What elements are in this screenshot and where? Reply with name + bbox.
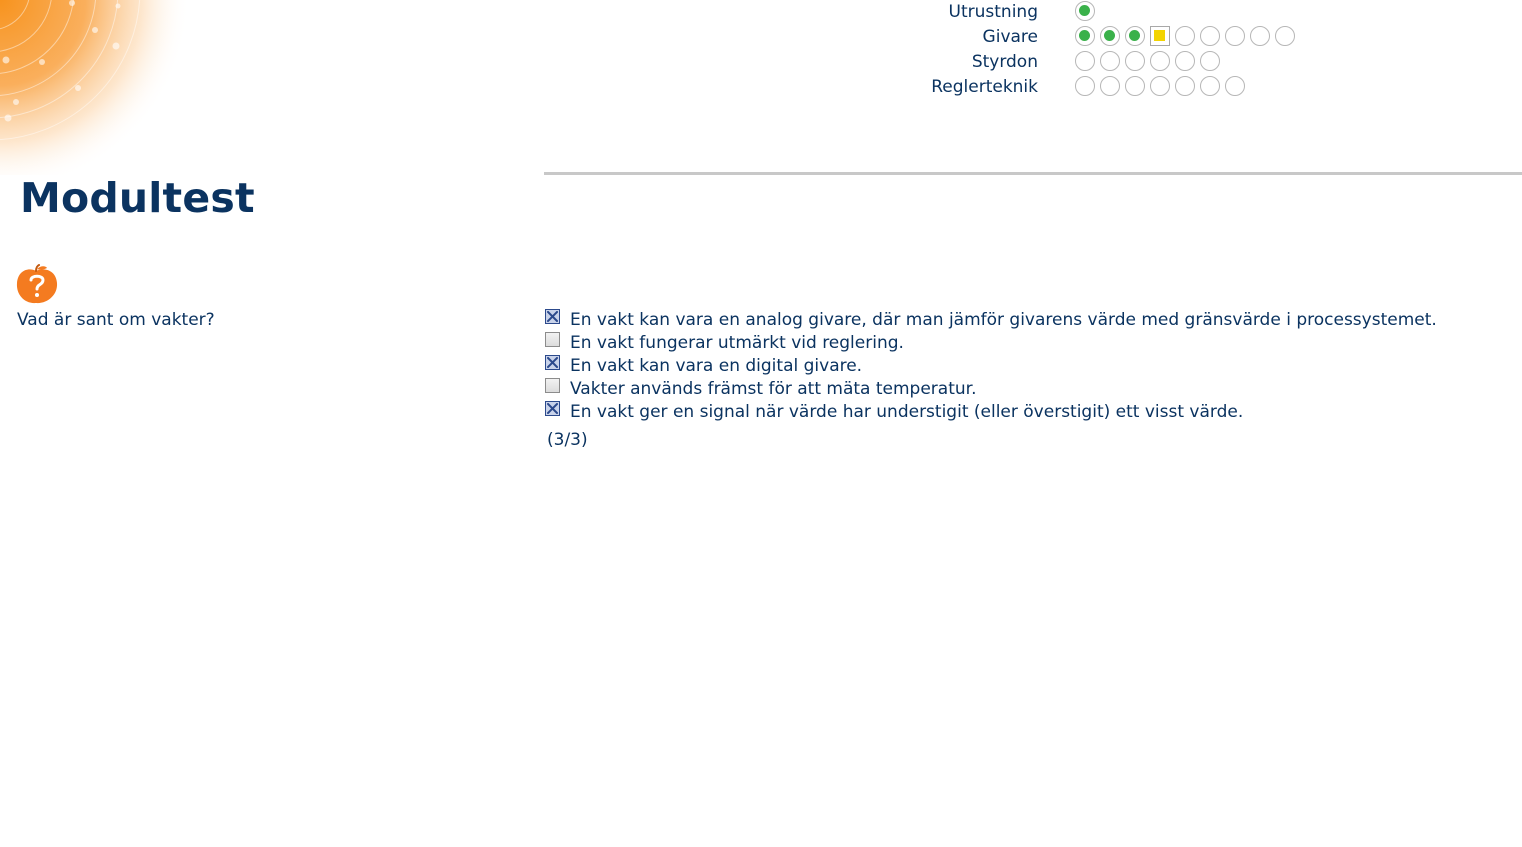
progress-step-todo xyxy=(1225,26,1245,46)
progress-step-todo xyxy=(1175,76,1195,96)
question-text: Vad är sant om vakter? xyxy=(17,310,215,330)
progress-row-label: Utrustning xyxy=(948,2,1038,22)
answer-checkbox[interactable] xyxy=(545,332,560,347)
progress-step-done xyxy=(1075,1,1095,21)
score-label: (3/3) xyxy=(547,430,588,450)
progress-step-todo xyxy=(1125,76,1145,96)
answer-text: En vakt fungerar utmärkt vid reglering. xyxy=(570,333,904,353)
progress-step-todo xyxy=(1200,26,1220,46)
progress-row-utrustning: Utrustning xyxy=(880,0,1320,25)
progress-step-done xyxy=(1125,26,1145,46)
answer-checkbox[interactable] xyxy=(545,378,560,393)
progress-step-todo xyxy=(1075,51,1095,71)
answer-text: Vakter används främst för att mäta tempe… xyxy=(570,379,977,399)
progress-step-todo xyxy=(1100,76,1120,96)
progress-step-todo xyxy=(1275,26,1295,46)
progress-step-todo xyxy=(1100,51,1120,71)
progress-row-reglerteknik: Reglerteknik xyxy=(880,75,1320,100)
progress-step-todo xyxy=(1250,26,1270,46)
progress-row-label: Styrdon xyxy=(971,52,1038,72)
progress-step-todo xyxy=(1200,76,1220,96)
answer-checkbox[interactable] xyxy=(545,355,560,370)
progress-step-todo xyxy=(1125,51,1145,71)
answer-text: En vakt kan vara en digital givare. xyxy=(570,356,863,376)
question-apple-icon xyxy=(16,264,58,304)
progress-row-styrdon: Styrdon xyxy=(880,50,1320,75)
progress-row-givare: Givare xyxy=(880,25,1320,50)
answer-checkbox[interactable] xyxy=(545,309,560,324)
progress-step-current xyxy=(1150,26,1170,46)
answer-text: En vakt kan vara en analog givare, där m… xyxy=(570,310,1437,330)
progress-row-label: Givare xyxy=(982,27,1038,47)
brand-sunburst-logo xyxy=(0,0,190,175)
progress-step-done xyxy=(1075,26,1095,46)
answer-text: En vakt ger en signal när värde har unde… xyxy=(570,402,1244,422)
progress-step-todo xyxy=(1175,26,1195,46)
progress-row-label: Reglerteknik xyxy=(931,77,1038,97)
header-divider xyxy=(544,172,1522,175)
progress-step-todo xyxy=(1150,76,1170,96)
progress-step-done xyxy=(1100,26,1120,46)
page-title: Modultest xyxy=(20,174,255,222)
answer-checkbox[interactable] xyxy=(545,401,560,416)
progress-step-todo xyxy=(1175,51,1195,71)
progress-step-todo xyxy=(1150,51,1170,71)
progress-step-todo xyxy=(1200,51,1220,71)
progress-step-todo xyxy=(1075,76,1095,96)
progress-step-todo xyxy=(1225,76,1245,96)
